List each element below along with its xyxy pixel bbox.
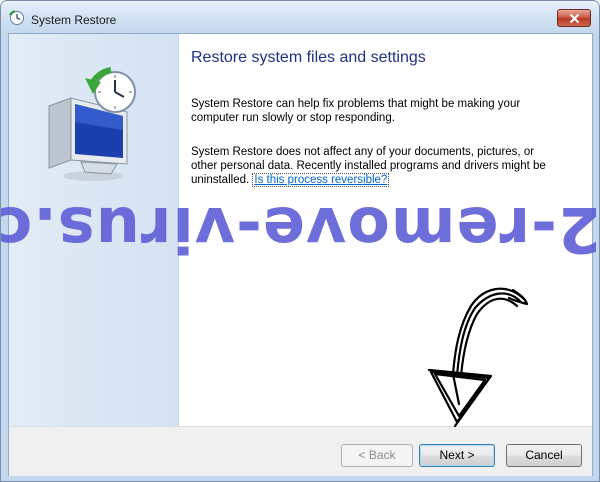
close-button[interactable] <box>557 9 591 27</box>
page-heading: Restore system files and settings <box>191 49 426 66</box>
system-restore-icon <box>9 10 24 25</box>
window-title: System Restore <box>31 13 117 27</box>
title-bar[interactable]: System Restore <box>1 1 599 35</box>
next-button[interactable]: Next > <box>419 444 495 467</box>
watermark-text: 2-remove-virus.com <box>1 193 600 266</box>
description-paragraph-1: System Restore can help fix problems tha… <box>191 98 521 124</box>
system-restore-window: System Restore Restore system files and … <box>0 0 600 482</box>
close-icon <box>569 13 580 24</box>
hand-drawn-arrow-icon <box>427 287 529 428</box>
system-restore-monitor-icon <box>48 67 136 181</box>
back-button[interactable]: < Back <box>341 444 413 467</box>
cancel-button[interactable]: Cancel <box>506 444 582 467</box>
